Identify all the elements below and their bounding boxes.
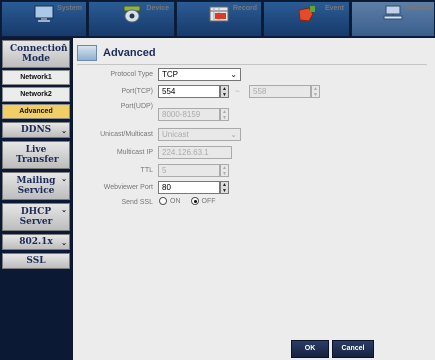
tab-label: Event — [324, 5, 344, 12]
chevron-down-icon: ⌄ — [61, 174, 67, 183]
webviewer-port-label: Webviewer Port — [103, 184, 153, 191]
sidebar-item-dhcp-server[interactable]: DHCP Server ⌄ — [2, 203, 70, 231]
tab-system[interactable]: System — [1, 1, 87, 37]
tab-record[interactable]: Record — [176, 1, 262, 37]
port-tcp-end-stepper: ▲ ▼ — [311, 85, 320, 98]
webviewer-port-row: Webviewer Port 80 ▲ ▼ — [73, 181, 435, 195]
top-menu: System Device Record Event Network — [0, 0, 435, 38]
tab-label: System — [57, 5, 82, 12]
send-ssl-off-radio[interactable] — [190, 197, 199, 205]
sidebar-item-label: Live Transfer — [16, 145, 59, 165]
sidebar-item-mailing-service[interactable]: Mailing Service ⌄ — [2, 172, 70, 200]
sidebar-subitem-advanced[interactable]: Advanced — [2, 104, 70, 119]
protocol-type-select[interactable]: TCP ⌄ — [158, 68, 241, 81]
multicast-ip-label: Multicast IP — [116, 149, 153, 156]
chevron-down-icon: ⌄ — [61, 205, 67, 214]
range-separator: ~ — [235, 87, 240, 96]
multicast-ip-input: 224.126.63.1 — [158, 146, 232, 159]
webviewer-port-input[interactable]: 80 — [158, 181, 220, 194]
port-tcp-start-stepper[interactable]: ▲ ▼ — [220, 85, 229, 98]
sidebar-subitem-network1[interactable]: Network1 — [2, 70, 70, 85]
webviewer-port-stepper[interactable]: ▲ ▼ — [220, 181, 229, 194]
sidebar-subitem-network2[interactable]: Network2 — [2, 87, 70, 102]
page-header: Advanced — [77, 44, 427, 65]
main-panel: Advanced Protocol Type TCP ⌄ Port(TCP) 5… — [73, 38, 435, 360]
sidebar-item-label: Mailing Service — [16, 176, 56, 196]
sidebar: Connection Mode ⌃ Network1 Network2 Adva… — [0, 38, 72, 360]
port-udp-input: 8000-8159 — [158, 108, 220, 121]
tab-device[interactable]: Device — [88, 1, 175, 37]
tab-network[interactable]: Network — [351, 1, 435, 37]
unicast-row: Unicast/Multicast Unicast ⌄ — [73, 128, 435, 142]
network-settings-icon — [77, 45, 97, 61]
sidebar-item-label: Connection Mode — [10, 44, 68, 64]
sidebar-item-label: DDNS — [20, 125, 52, 135]
port-udp-label: Port(UDP) — [120, 103, 153, 110]
send-ssl-row: Send SSL ON OFF — [73, 196, 435, 210]
ttl-row: TTL 5 ▲ ▼ — [73, 164, 435, 178]
port-tcp-label: Port(TCP) — [121, 88, 154, 95]
page-title: Advanced — [103, 47, 156, 59]
tab-label: Record — [232, 5, 257, 12]
send-ssl-radio-group: ON OFF — [159, 197, 226, 205]
tab-label: Device — [146, 5, 169, 12]
port-udp-row: Port(UDP) 8000-8159 ▲ ▼ — [73, 102, 435, 122]
chevron-down-icon: ⌄ — [61, 238, 67, 247]
send-ssl-on-radio[interactable] — [159, 197, 167, 205]
ttl-label: TTL — [140, 167, 153, 174]
sidebar-item-live-transfer[interactable]: Live Transfer — [2, 141, 70, 169]
port-tcp-row: Port(TCP) 554 ▲ ▼ ~ 558 ▲ ▼ — [73, 85, 435, 99]
sidebar-item-connection-mode[interactable]: Connection Mode ⌃ — [2, 40, 70, 68]
unicast-value: Unicast — [162, 130, 189, 139]
sidebar-item-label: SSL — [26, 256, 46, 266]
tab-label: Network — [404, 5, 432, 12]
port-udp-stepper: ▲ ▼ — [220, 108, 229, 121]
sidebar-item-ssl[interactable]: SSL — [2, 253, 70, 269]
port-tcp-end-input: 558 — [249, 85, 311, 98]
chevron-down-icon: ⌄ — [230, 130, 237, 139]
port-tcp-start-input[interactable]: 554 — [158, 85, 220, 98]
sidebar-item-ddns[interactable]: DDNS ⌄ — [2, 122, 70, 138]
send-ssl-on-label: ON — [170, 197, 181, 205]
send-ssl-off-label: OFF — [201, 197, 216, 205]
unicast-label: Unicast/Multicast — [100, 131, 153, 138]
chevron-up-icon: ⌃ — [61, 42, 67, 51]
sidebar-item-8021x[interactable]: 802.1x ⌄ — [2, 234, 70, 250]
sidebar-item-label: 802.1x — [19, 237, 53, 247]
protocol-type-row: Protocol Type TCP ⌄ — [73, 68, 435, 82]
sidebar-item-label: DHCP Server — [19, 207, 53, 227]
divider — [77, 64, 427, 65]
send-ssl-label: Send SSL — [121, 199, 153, 206]
ttl-stepper: ▲ ▼ — [220, 164, 229, 177]
cancel-button[interactable]: Cancel — [332, 340, 374, 358]
unicast-select: Unicast ⌄ — [158, 128, 241, 141]
ttl-input: 5 — [158, 164, 220, 177]
protocol-type-label: Protocol Type — [110, 71, 153, 78]
ok-button[interactable]: OK — [291, 340, 329, 358]
chevron-down-icon: ⌄ — [61, 126, 67, 135]
protocol-type-value: TCP — [162, 70, 178, 79]
tab-event[interactable]: Event — [263, 1, 350, 37]
chevron-down-icon: ⌄ — [230, 70, 237, 79]
multicast-ip-row: Multicast IP 224.126.63.1 — [73, 146, 435, 160]
